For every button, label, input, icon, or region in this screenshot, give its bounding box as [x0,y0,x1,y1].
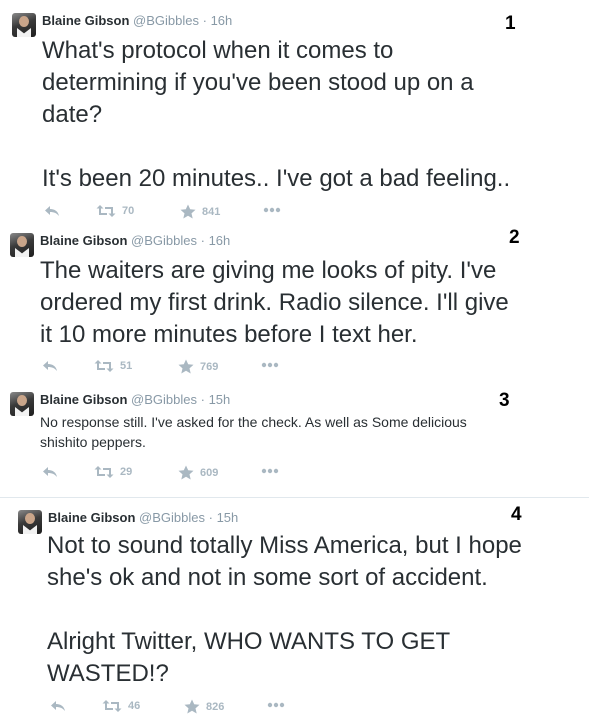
author-handle[interactable]: @BGibbles [131,233,197,248]
tweet-divider [0,497,589,498]
tweet-number-label: 1 [505,13,516,34]
avatar[interactable] [12,13,36,37]
tweet-number-label: 4 [511,504,522,525]
favorite-button[interactable]: 609 [178,465,218,480]
favorite-button[interactable]: 769 [178,359,218,374]
retweet-button[interactable]: 70 [96,204,134,218]
author-name[interactable]: Blaine Gibson [40,233,127,248]
retweet-count: 46 [128,700,141,712]
tweet-actions: 29 609 [42,465,302,481]
tweet-header: Blaine Gibson @BGibbles · 15h [48,510,238,526]
favorite-star-icon [184,699,200,714]
tweet-number-label: 3 [499,390,510,411]
tweet-actions: 70 841 [44,204,304,220]
author-handle[interactable]: @BGibbles [131,392,197,407]
tweet-text: The waiters are giving me looks of pity.… [40,257,509,348]
more-icon [261,468,279,474]
author-name[interactable]: Blaine Gibson [48,510,135,525]
retweet-icon [102,700,122,712]
avatar[interactable] [10,392,34,416]
avatar[interactable] [10,233,34,257]
reply-icon [43,467,57,477]
tweet-timestamp[interactable]: 15h [217,510,239,525]
reply-button[interactable] [42,465,58,479]
favorite-button[interactable]: 826 [184,699,224,714]
separator-dot: · [200,233,205,248]
favorite-star-icon [178,359,194,374]
reply-button[interactable] [42,359,58,373]
reply-icon [51,701,65,711]
favorite-button[interactable]: 841 [180,204,220,219]
separator-dot: · [208,510,213,525]
avatar[interactable] [18,510,42,534]
more-button[interactable] [261,362,279,368]
favorite-star-icon [180,204,196,219]
retweet-button[interactable]: 46 [102,699,140,713]
retweet-count: 29 [120,466,133,478]
reply-button[interactable] [50,699,66,713]
tweet-text: No response still. I've asked for the ch… [40,414,467,450]
retweet-count: 70 [122,205,135,217]
more-button[interactable] [263,207,281,213]
author-handle[interactable]: @BGibbles [139,510,205,525]
tweet-actions: 51 769 [42,359,302,375]
more-icon [267,702,285,708]
retweet-icon [94,360,114,372]
author-name[interactable]: Blaine Gibson [40,392,127,407]
author-name[interactable]: Blaine Gibson [42,13,129,28]
reply-button[interactable] [44,204,60,218]
retweet-button[interactable]: 51 [94,359,132,373]
tweet-actions: 46 826 [50,699,310,715]
author-handle[interactable]: @BGibbles [133,13,199,28]
more-icon [261,362,279,368]
favorite-count: 841 [202,205,221,218]
tweet-text: Not to sound totally Miss America, but I… [47,532,522,687]
favorite-count: 609 [200,466,219,479]
tweet-timestamp[interactable]: 16h [209,233,231,248]
tweet-header: Blaine Gibson @BGibbles · 16h [40,233,230,249]
favorite-count: 826 [206,700,225,713]
more-icon [263,207,281,213]
retweet-icon [96,205,116,217]
separator-dot: · [202,13,207,28]
retweet-button[interactable]: 29 [94,465,132,479]
tweet-header: Blaine Gibson @BGibbles · 15h [40,392,230,408]
reply-icon [43,361,57,371]
tweet-header: Blaine Gibson @BGibbles · 16h [42,13,232,29]
favorite-count: 769 [200,360,219,373]
favorite-star-icon [178,465,194,480]
more-button[interactable] [261,468,279,474]
retweet-count: 51 [120,360,133,372]
retweet-icon [94,466,114,478]
tweet-number-label: 2 [509,227,520,248]
tweet-timestamp[interactable]: 16h [211,13,233,28]
tweet-text: What's protocol when it comes to determi… [42,37,511,192]
reply-icon [45,206,59,216]
more-button[interactable] [267,702,285,708]
separator-dot: · [200,392,205,407]
tweet-timestamp[interactable]: 15h [209,392,231,407]
